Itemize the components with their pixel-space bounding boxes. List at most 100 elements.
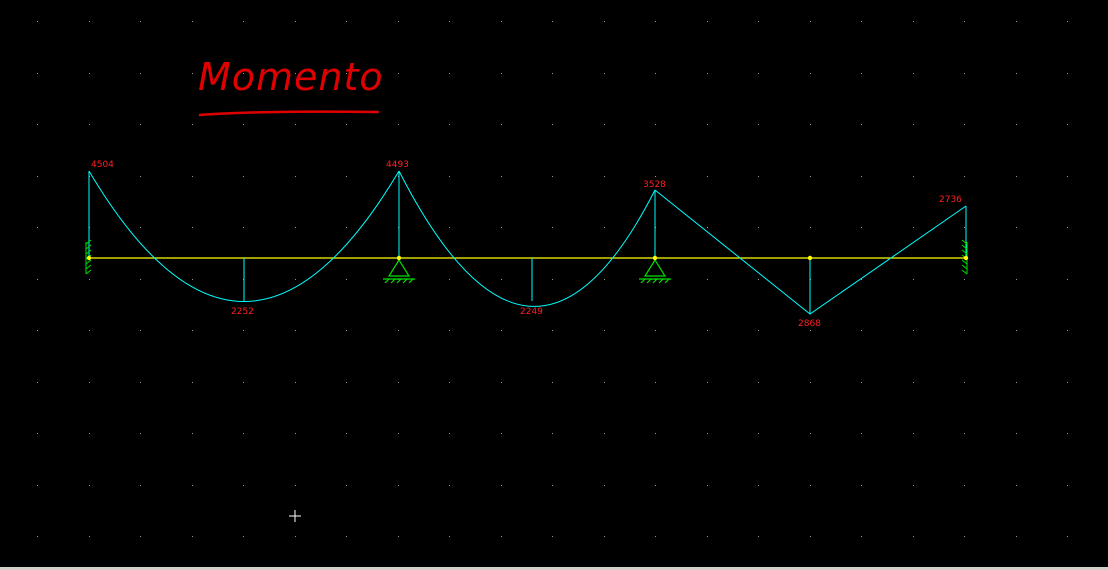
moment-label-midspan-2: 2249 bbox=[520, 307, 543, 317]
grid-dot bbox=[964, 227, 965, 228]
grid-dot bbox=[449, 382, 450, 383]
joint-node[interactable] bbox=[86, 255, 92, 261]
grid-dot bbox=[243, 330, 244, 331]
grid-dot bbox=[655, 485, 656, 486]
joint-node[interactable] bbox=[807, 255, 813, 261]
grid-dot bbox=[913, 176, 914, 177]
grid-dot bbox=[501, 536, 502, 537]
grid-dot bbox=[1016, 73, 1017, 74]
moment-label-support-4: 2736 bbox=[939, 195, 962, 205]
grid-dot bbox=[89, 382, 90, 383]
grid-dot bbox=[295, 382, 296, 383]
grid-dot bbox=[913, 21, 914, 22]
grid-dot bbox=[89, 279, 90, 280]
grid-dot bbox=[1067, 227, 1068, 228]
grid-dot bbox=[37, 536, 38, 537]
grid-dot bbox=[655, 176, 656, 177]
grid-dot bbox=[346, 382, 347, 383]
grid-dot bbox=[707, 124, 708, 125]
grid-dot bbox=[552, 176, 553, 177]
grid-dot bbox=[604, 433, 605, 434]
grid-dot bbox=[89, 433, 90, 434]
pin-support-icon[interactable] bbox=[639, 258, 671, 284]
grid-dot bbox=[964, 536, 965, 537]
grid-dot bbox=[1067, 21, 1068, 22]
grid-dot bbox=[1067, 176, 1068, 177]
grid-dot bbox=[913, 433, 914, 434]
grid-dot bbox=[140, 433, 141, 434]
grid-dot bbox=[192, 382, 193, 383]
moment-label-support-3: 3528 bbox=[643, 180, 666, 190]
grid-dot bbox=[140, 227, 141, 228]
grid-dot bbox=[758, 21, 759, 22]
grid-dot bbox=[89, 73, 90, 74]
grid-dots bbox=[37, 21, 1068, 537]
grid-dot bbox=[552, 485, 553, 486]
joint-node[interactable] bbox=[652, 255, 658, 261]
title-underline bbox=[198, 110, 380, 117]
grid-dot bbox=[346, 21, 347, 22]
grid-dot bbox=[140, 279, 141, 280]
grid-dot bbox=[501, 382, 502, 383]
grid-dot bbox=[37, 21, 38, 22]
moment-label-support-2: 4493 bbox=[386, 160, 409, 170]
grid-dot bbox=[140, 124, 141, 125]
grid-dot bbox=[913, 536, 914, 537]
grid-dot bbox=[449, 21, 450, 22]
grid-dot bbox=[552, 227, 553, 228]
grid-dot bbox=[501, 485, 502, 486]
grid-dot bbox=[861, 73, 862, 74]
grid-dot bbox=[1016, 382, 1017, 383]
grid-dot bbox=[1067, 330, 1068, 331]
grid-dot bbox=[552, 73, 553, 74]
grid-dot bbox=[1067, 124, 1068, 125]
moment-diagram bbox=[88, 170, 967, 315]
drawing-canvas[interactable]: Momento 4504 2252 4493 2249 3528 2868 27… bbox=[0, 0, 1108, 570]
grid-dot bbox=[192, 279, 193, 280]
grid-dot bbox=[295, 433, 296, 434]
grid-dot bbox=[604, 176, 605, 177]
grid-dot bbox=[707, 21, 708, 22]
grid-dot bbox=[964, 176, 965, 177]
grid-dot bbox=[192, 124, 193, 125]
joint-node[interactable] bbox=[396, 255, 402, 261]
diagram-title: Momento bbox=[198, 55, 384, 99]
grid-dot bbox=[295, 176, 296, 177]
joint-node[interactable] bbox=[963, 255, 969, 261]
grid-dot bbox=[501, 176, 502, 177]
grid-dot bbox=[552, 279, 553, 280]
grid-dot bbox=[243, 433, 244, 434]
grid-dot bbox=[37, 124, 38, 125]
grid-dot bbox=[346, 124, 347, 125]
diagram-canvas[interactable]: Momento 4504 2252 4493 2249 3528 2868 27… bbox=[0, 0, 1108, 567]
grid-dot bbox=[707, 382, 708, 383]
grid-dot bbox=[449, 124, 450, 125]
grid-dot bbox=[758, 433, 759, 434]
grid-dot bbox=[1016, 124, 1017, 125]
grid-dot bbox=[449, 485, 450, 486]
grid-dot bbox=[243, 124, 244, 125]
grid-dot bbox=[913, 124, 914, 125]
grid-dot bbox=[707, 279, 708, 280]
grid-dot bbox=[758, 176, 759, 177]
grid-dot bbox=[398, 485, 399, 486]
grid-dot bbox=[604, 21, 605, 22]
grid-dot bbox=[861, 227, 862, 228]
grid-dot bbox=[810, 176, 811, 177]
grid-dot bbox=[552, 433, 553, 434]
grid-dot bbox=[758, 73, 759, 74]
grid-dot bbox=[861, 176, 862, 177]
grid-dot bbox=[810, 227, 811, 228]
grid-dot bbox=[398, 330, 399, 331]
pin-support-icon[interactable] bbox=[383, 258, 415, 284]
grid-dot bbox=[964, 124, 965, 125]
grid-dot bbox=[1016, 227, 1017, 228]
grid-dot bbox=[37, 485, 38, 486]
grid-dot bbox=[604, 124, 605, 125]
grid-dot bbox=[1067, 279, 1068, 280]
grid-dot bbox=[707, 330, 708, 331]
grid-dot bbox=[707, 176, 708, 177]
grid-dot bbox=[758, 382, 759, 383]
grid-dot bbox=[501, 279, 502, 280]
grid-dot bbox=[192, 485, 193, 486]
